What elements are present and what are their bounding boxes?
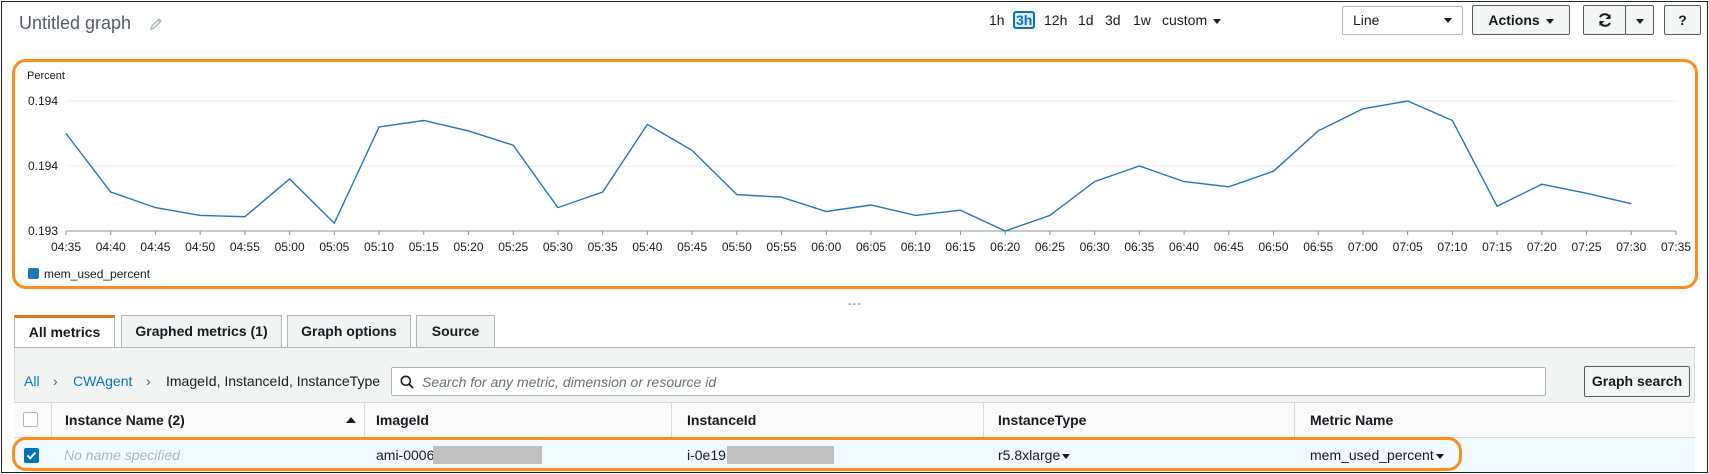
x-tick-label: 05:35	[588, 240, 618, 254]
x-tick-label: 05:00	[275, 240, 305, 254]
x-tick-label: 04:55	[230, 240, 260, 254]
x-tick-label: 04:50	[185, 240, 215, 254]
x-tick-label: 07:25	[1572, 240, 1602, 254]
breadcrumb-namespace[interactable]: CWAgent	[73, 373, 132, 389]
tab-graph-options[interactable]: Graph options	[287, 315, 411, 347]
x-tick-label: 07:30	[1616, 240, 1646, 254]
x-tick-label: 04:40	[96, 240, 126, 254]
graph-search-button[interactable]: Graph search	[1584, 366, 1690, 397]
x-tick-label: 05:10	[364, 240, 394, 254]
metric-search-box[interactable]	[391, 367, 1546, 396]
x-tick-label: 07:35	[1661, 240, 1691, 254]
x-tick-label: 06:45	[1214, 240, 1244, 254]
y-tick-label: 0.194	[28, 94, 58, 108]
column-header-image-id[interactable]: ImageId	[376, 403, 429, 437]
search-icon	[400, 375, 414, 389]
column-header-instance-id[interactable]: InstanceId	[687, 403, 756, 437]
tab-source[interactable]: Source	[416, 315, 495, 347]
x-tick-label: 05:30	[543, 240, 573, 254]
x-tick-label: 05:40	[632, 240, 662, 254]
column-divider	[671, 403, 672, 437]
x-tick-label: 04:45	[140, 240, 170, 254]
x-tick-label: 05:55	[767, 240, 797, 254]
x-tick-label: 06:10	[901, 240, 931, 254]
x-tick-label: 05:50	[722, 240, 752, 254]
legend-swatch	[28, 268, 39, 279]
x-tick-label: 07:05	[1393, 240, 1423, 254]
x-tick-label: 07:10	[1437, 240, 1467, 254]
line-chart: Percent 0.194 0.194 0.193 04:35 04:40 04:45 04:…	[27, 70, 1691, 281]
column-divider	[364, 403, 365, 437]
column-header-instance-type[interactable]: InstanceType	[998, 403, 1086, 437]
x-tick-label: 06:20	[990, 240, 1020, 254]
x-tick-label: 06:35	[1124, 240, 1154, 254]
column-divider	[51, 403, 52, 437]
sort-ascending-icon[interactable]	[346, 417, 356, 423]
x-tick-label: 05:15	[409, 240, 439, 254]
column-divider	[1294, 403, 1295, 437]
table-header: Instance Name (2) ImageId InstanceId Ins…	[14, 402, 1695, 438]
x-tick-label: 05:45	[677, 240, 707, 254]
x-tick-label: 06:55	[1303, 240, 1333, 254]
row-highlight	[12, 437, 1462, 471]
column-header-metric-name[interactable]: Metric Name	[1310, 403, 1393, 437]
breadcrumb-separator-icon: ›	[146, 373, 151, 389]
x-tick-label: 06:05	[856, 240, 886, 254]
y-tick-label: 0.193	[28, 224, 58, 238]
panel-resize-handle[interactable]: ---	[848, 298, 862, 310]
x-tick-label: 06:50	[1258, 240, 1288, 254]
x-tick-label: 06:15	[945, 240, 975, 254]
x-tick-label: 05:20	[453, 240, 483, 254]
x-tick-label: 05:25	[498, 240, 528, 254]
column-divider	[983, 403, 984, 437]
x-tick-label: 05:05	[319, 240, 349, 254]
x-tick-label: 06:30	[1080, 240, 1110, 254]
x-tick-label: 06:00	[811, 240, 841, 254]
breadcrumb-dimensions: ImageId, InstanceId, InstanceType	[166, 373, 381, 389]
column-header-instance-name[interactable]: Instance Name (2)	[65, 403, 185, 437]
tab-graphed-metrics[interactable]: Graphed metrics (1)	[121, 315, 282, 347]
tab-all-metrics[interactable]: All metrics	[14, 315, 115, 348]
x-tick-label: 06:40	[1169, 240, 1199, 254]
x-tick-label: 04:35	[51, 240, 81, 254]
legend-label: mem_used_percent	[44, 267, 151, 281]
select-all-checkbox[interactable]	[23, 412, 38, 427]
x-tick-label: 06:25	[1035, 240, 1065, 254]
metric-search-input[interactable]	[422, 371, 1532, 392]
breadcrumb-all[interactable]: All	[24, 373, 40, 389]
y-axis-label: Percent	[27, 70, 65, 82]
x-tick-label: 07:00	[1348, 240, 1378, 254]
y-tick-label: 0.194	[28, 159, 58, 173]
x-tick-label: 07:15	[1482, 240, 1512, 254]
x-tick-label: 07:20	[1527, 240, 1557, 254]
breadcrumb-separator-icon: ›	[53, 373, 58, 389]
